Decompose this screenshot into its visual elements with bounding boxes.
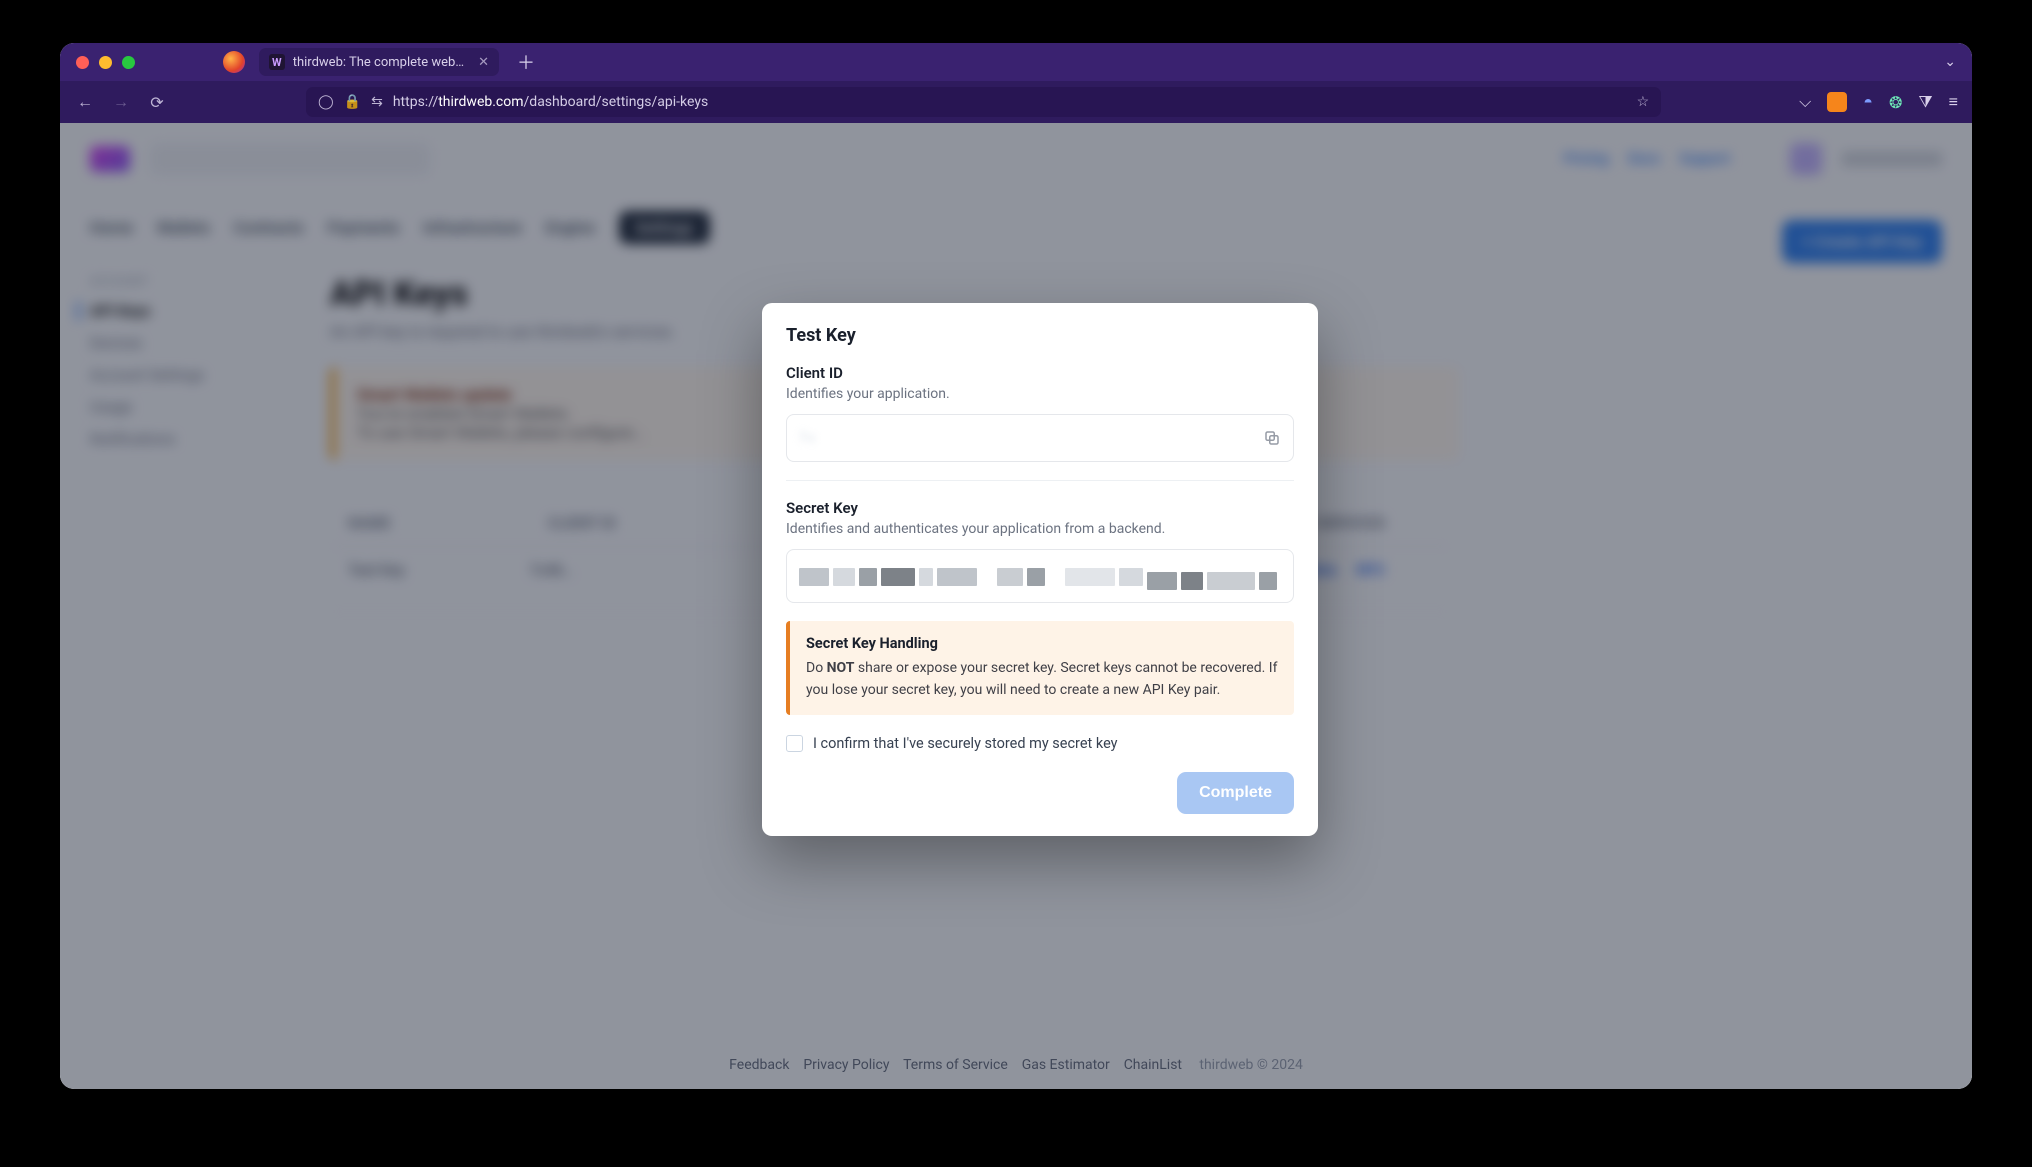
window-controls: [76, 56, 135, 69]
titlebar: W thirdweb: The complete web3 d ✕ ＋ ⌄: [60, 43, 1972, 81]
secret-key-redacted: [799, 568, 1281, 590]
client-id-label: Client ID: [786, 364, 1294, 382]
complete-button[interactable]: Complete: [1177, 772, 1294, 814]
secret-key-label: Secret Key: [786, 499, 1294, 517]
confirm-label: I confirm that I've securely stored my s…: [813, 735, 1118, 752]
browser-tab[interactable]: W thirdweb: The complete web3 d ✕: [259, 48, 499, 76]
permissions-icon: ⇆: [371, 94, 383, 110]
back-button[interactable]: ←: [74, 92, 96, 112]
new-tab-button[interactable]: ＋: [513, 49, 539, 75]
client-id-field[interactable]: 7c: [786, 414, 1294, 462]
tab-title: thirdweb: The complete web3 d: [293, 55, 470, 70]
shield-icon: ◯: [318, 94, 334, 110]
secret-key-warning: Secret Key Handling Do NOT share or expo…: [786, 621, 1294, 715]
modal-title: Test Key: [786, 325, 1294, 346]
tabs-overflow-button[interactable]: ⌄: [1944, 54, 1956, 70]
url-text: https://thirdweb.com/dashboard/settings/…: [393, 94, 1627, 110]
pocket-icon[interactable]: ⌵: [1799, 92, 1811, 112]
extension-icon[interactable]: ◓: [1863, 92, 1873, 112]
reload-button[interactable]: ⟳: [146, 93, 168, 112]
metamask-extension-icon[interactable]: [1827, 92, 1847, 112]
address-bar[interactable]: ◯ 🔒 ⇆ https://thirdweb.com/dashboard/set…: [306, 87, 1661, 117]
checkbox-icon[interactable]: [786, 735, 803, 752]
close-window-button[interactable]: [76, 56, 89, 69]
extension-icon-2[interactable]: ❂: [1889, 93, 1902, 112]
extensions-button[interactable]: ⧩: [1918, 92, 1932, 112]
firefox-icon: [223, 51, 245, 73]
bookmark-star-icon[interactable]: ☆: [1637, 94, 1650, 110]
tab-close-icon[interactable]: ✕: [478, 55, 489, 70]
tab-favicon: W: [269, 54, 285, 70]
warning-title: Secret Key Handling: [806, 635, 1278, 652]
maximize-window-button[interactable]: [122, 56, 135, 69]
minimize-window-button[interactable]: [99, 56, 112, 69]
warning-body: Do NOT share or expose your secret key. …: [806, 658, 1278, 701]
client-id-desc: Identifies your application.: [786, 386, 1294, 402]
secret-key-field[interactable]: [786, 549, 1294, 603]
app-menu-button[interactable]: ≡: [1949, 92, 1958, 112]
lock-icon: 🔒: [344, 94, 361, 110]
api-key-modal: Test Key Client ID Identifies your appli…: [762, 303, 1318, 836]
confirm-storage-checkbox[interactable]: I confirm that I've securely stored my s…: [786, 735, 1294, 752]
copy-icon[interactable]: [1263, 429, 1281, 447]
toolbar: ← → ⟳ ◯ 🔒 ⇆ https://thirdweb.com/dashboa…: [60, 81, 1972, 123]
forward-button[interactable]: →: [110, 92, 132, 112]
browser-window: W thirdweb: The complete web3 d ✕ ＋ ⌄ ← …: [60, 43, 1972, 1089]
secret-key-desc: Identifies and authenticates your applic…: [786, 521, 1294, 537]
